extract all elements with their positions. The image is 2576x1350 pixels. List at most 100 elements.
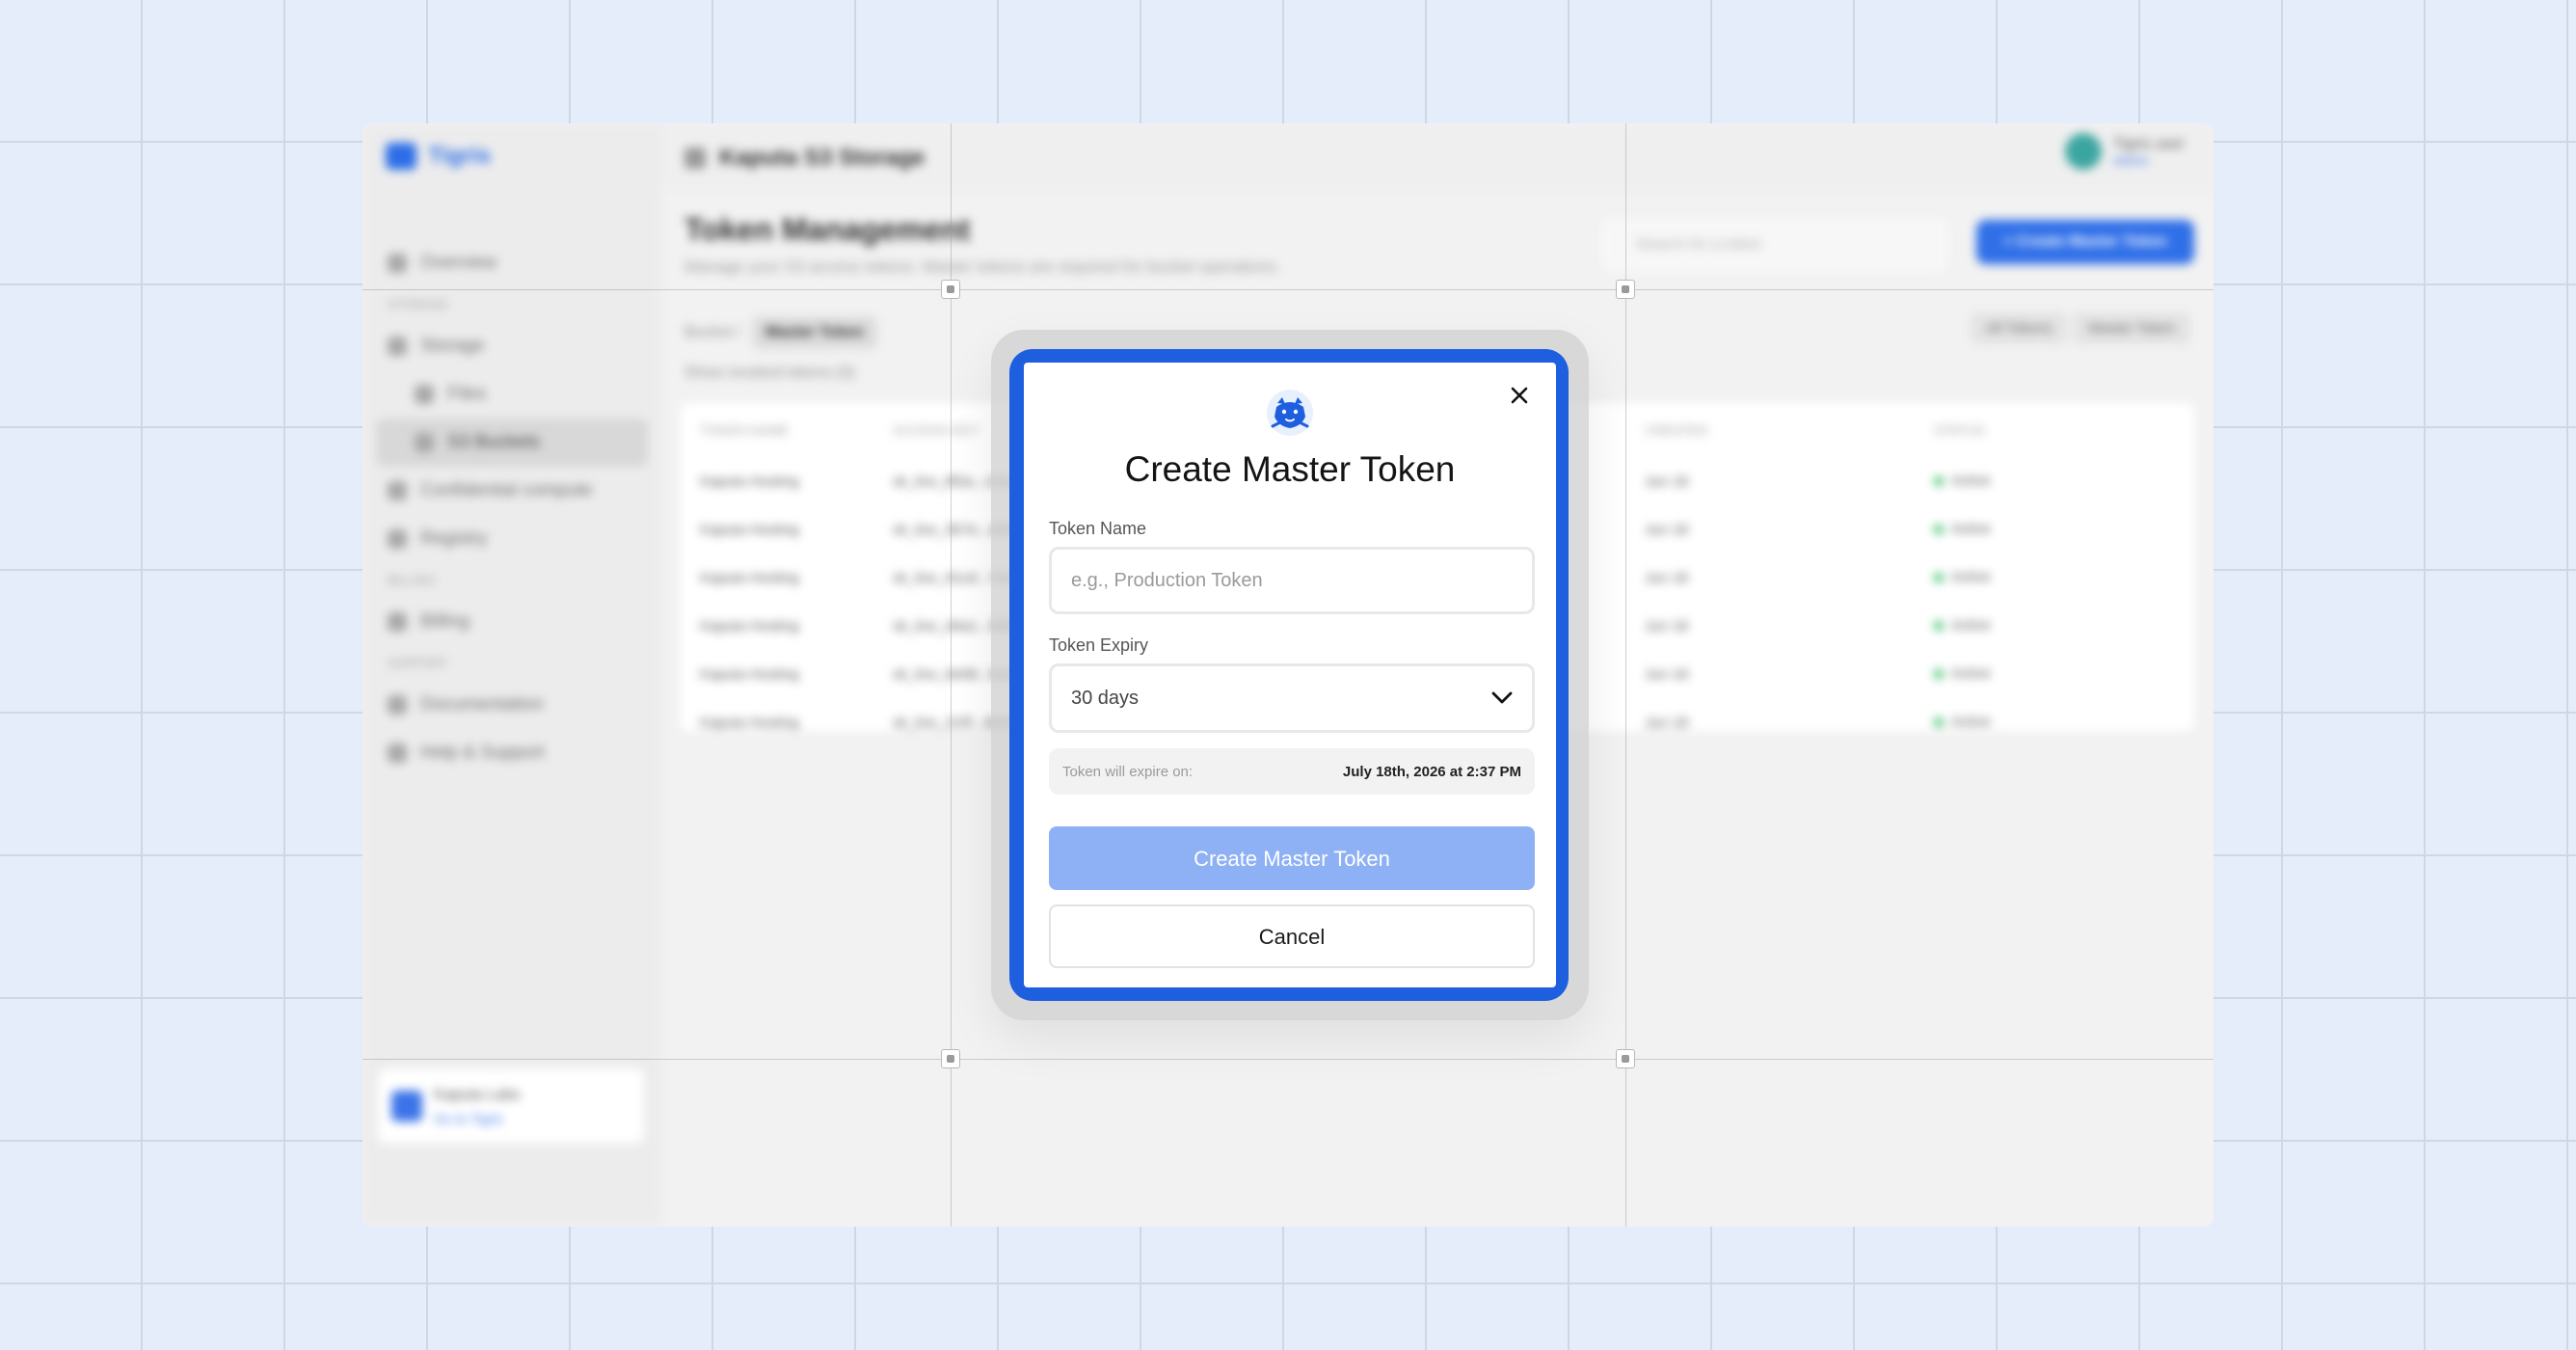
sidebar-item[interactable]: Overview bbox=[376, 239, 648, 287]
resize-handle-top-right[interactable] bbox=[1616, 280, 1635, 299]
back-icon[interactable] bbox=[684, 148, 706, 169]
dialog-title: Create Master Token bbox=[1124, 449, 1456, 489]
create-master-token-dialog: Create Master Token Token Name Token Exp… bbox=[1024, 363, 1556, 987]
user-menu[interactable]: Tigris user Admin bbox=[2064, 133, 2185, 170]
table-cell: Kaputa Hosting bbox=[700, 521, 799, 538]
org-text: Kaputa Labs Go to Tigris bbox=[434, 1083, 521, 1129]
sidebar-item[interactable]: S3 Buckets bbox=[376, 418, 648, 467]
filter-toggle[interactable]: All Tokens bbox=[1971, 312, 2068, 344]
page-title: Token Management bbox=[684, 212, 971, 247]
org-link[interactable]: Go to Tigris bbox=[434, 1108, 521, 1129]
token-name-label: Token Name bbox=[1049, 519, 1147, 538]
avatar bbox=[2064, 133, 2102, 170]
tab-master-token[interactable]: Master Token bbox=[751, 316, 877, 349]
table-cell: Kaputa Hosting bbox=[700, 714, 799, 731]
expiry-date: July 18th, 2026 at 2:37 PM bbox=[1342, 763, 1521, 780]
token-filter-toggles: All Tokens Master Token bbox=[1971, 312, 2190, 344]
resize-handle-bottom-left[interactable] bbox=[941, 1049, 960, 1068]
table-header-cell: STATUS bbox=[1934, 422, 1986, 438]
sidebar-item[interactable]: Documentation bbox=[376, 681, 648, 729]
chevron-down-icon bbox=[1491, 691, 1513, 704]
table-cell: Kaputa Hosting bbox=[700, 569, 799, 586]
sidebar-item-label: Overview bbox=[420, 253, 497, 273]
table-cell: Jun 18 bbox=[1645, 617, 1689, 634]
table-cell: Kaputa Hosting bbox=[700, 472, 799, 490]
status-badge: Active bbox=[1915, 617, 2194, 634]
status-dot-icon bbox=[1934, 716, 1944, 727]
sidebar-item-icon bbox=[388, 612, 407, 632]
page-header: Token Management Manage your S3 access t… bbox=[684, 212, 1280, 277]
status-indicator: Active bbox=[1934, 665, 1991, 682]
status-dot-icon bbox=[1934, 475, 1944, 486]
org-card[interactable]: Kaputa Labs Go to Tigris bbox=[378, 1068, 644, 1144]
table-cell: Jun 18 bbox=[1645, 714, 1689, 731]
close-button[interactable] bbox=[1504, 380, 1535, 411]
status-indicator: Active bbox=[1934, 521, 1991, 537]
sidebar-item-icon bbox=[415, 433, 434, 452]
sidebar-item-label: Help & Support bbox=[420, 742, 545, 763]
sidebar-item-icon bbox=[388, 481, 407, 500]
status-badge: Active bbox=[1915, 521, 2194, 538]
status-indicator: Active bbox=[1934, 569, 1991, 585]
topbar: Kaputa S3 Storage Tigris user Admin bbox=[661, 123, 2214, 193]
sidebar-item-label: Confidential compute bbox=[420, 480, 593, 500]
status-text: Active bbox=[1951, 569, 1991, 586]
status-badge: Active bbox=[1915, 714, 2194, 731]
status-text: Active bbox=[1951, 472, 1991, 490]
brand-name: Tigris bbox=[428, 143, 491, 169]
sidebar-item[interactable]: Registry bbox=[376, 515, 648, 563]
org-icon bbox=[391, 1091, 422, 1121]
table-cell: Kaputa Hosting bbox=[700, 617, 799, 634]
show-revoked-checkbox[interactable]: Show revoked tokens (0) bbox=[684, 364, 855, 382]
sidebar-item-icon bbox=[388, 695, 407, 715]
status-dot-icon bbox=[1934, 524, 1944, 534]
filter-toggle[interactable]: Master Token bbox=[2073, 312, 2190, 344]
sidebar-item-label: Registry bbox=[420, 528, 488, 549]
status-indicator: Active bbox=[1934, 714, 1991, 730]
token-expiry-select[interactable]: 30 days bbox=[1049, 663, 1535, 733]
sidebar-item-label: Storage bbox=[420, 336, 485, 356]
sidebar-item[interactable]: Storage bbox=[376, 322, 648, 370]
resize-handle-bottom-right[interactable] bbox=[1616, 1049, 1635, 1068]
sidebar-item[interactable]: Files bbox=[376, 370, 648, 418]
status-text: Active bbox=[1951, 665, 1991, 683]
table-cell: Kaputa Hosting bbox=[700, 665, 799, 683]
table-header-cell: CREATED bbox=[1645, 422, 1708, 438]
status-dot-icon bbox=[1934, 668, 1944, 679]
breadcrumb-tabs: Bucket / Master Token bbox=[684, 316, 877, 349]
brand: Tigris bbox=[386, 143, 491, 170]
tiger-logo-icon bbox=[1265, 388, 1315, 438]
sidebar-item[interactable]: Help & Support bbox=[376, 729, 648, 777]
status-indicator: Active bbox=[1934, 472, 1991, 489]
user-plan: Admin bbox=[2112, 152, 2149, 168]
status-dot-icon bbox=[1934, 572, 1944, 582]
expiry-info-label: Token will expire on: bbox=[1062, 763, 1194, 780]
close-icon bbox=[1511, 387, 1528, 404]
user-info: Tigris user Admin bbox=[2113, 136, 2185, 168]
token-name-input[interactable] bbox=[1049, 547, 1535, 614]
sidebar-item-icon bbox=[388, 254, 407, 273]
table-cell: Jun 18 bbox=[1645, 472, 1689, 490]
table-cell: Jun 18 bbox=[1645, 521, 1689, 538]
sidebar-item[interactable]: Confidential compute bbox=[376, 467, 648, 515]
brand-logo-icon bbox=[386, 143, 416, 170]
status-text: Active bbox=[1951, 521, 1991, 538]
token-expiry-label: Token Expiry bbox=[1049, 635, 1149, 655]
status-text: Active bbox=[1951, 714, 1991, 731]
cancel-button[interactable]: Cancel bbox=[1049, 904, 1535, 968]
guide-line-bottom bbox=[362, 1059, 2214, 1060]
search-input[interactable]: Search for a token bbox=[1601, 218, 1948, 272]
create-token-button[interactable]: + Create Master Token bbox=[1976, 220, 2194, 264]
sidebar-item-icon bbox=[388, 337, 407, 356]
status-dot-icon bbox=[1934, 620, 1944, 631]
resize-handle-top-left[interactable] bbox=[941, 280, 960, 299]
sidebar-item-label: S3 Buckets bbox=[447, 432, 541, 452]
sidebar-item[interactable]: Billing bbox=[376, 598, 648, 646]
sidebar-item-label: Documentation bbox=[420, 694, 544, 715]
status-badge: Active bbox=[1915, 665, 2194, 683]
status-badge: Active bbox=[1915, 569, 2194, 586]
sidebar-item-label: Billing bbox=[420, 611, 470, 632]
status-text: Active bbox=[1951, 617, 1991, 634]
create-master-token-button[interactable]: Create Master Token bbox=[1049, 826, 1535, 890]
sidebar-item-icon bbox=[388, 743, 407, 763]
